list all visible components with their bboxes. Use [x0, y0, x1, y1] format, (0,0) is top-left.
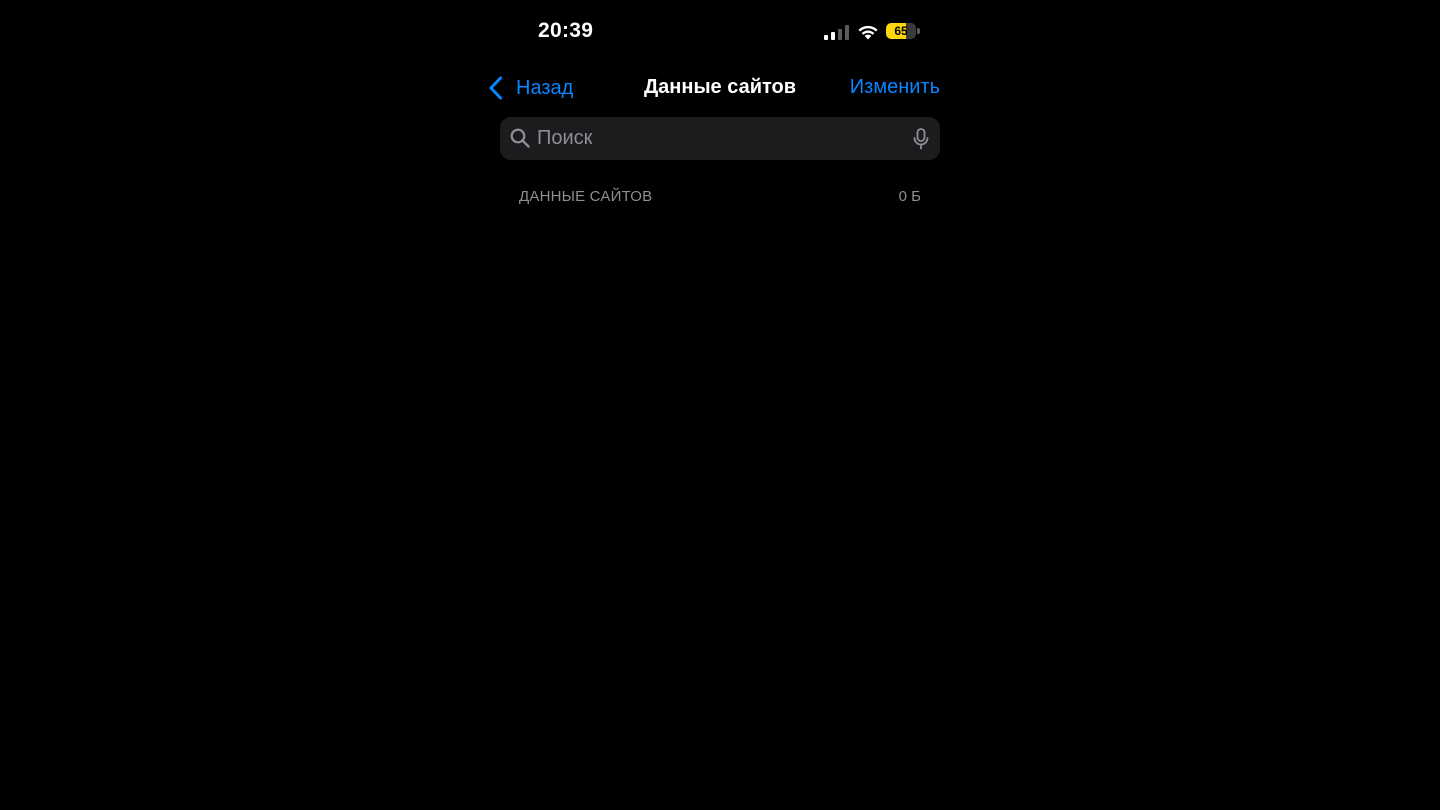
back-button[interactable]: Назад [488, 74, 573, 102]
cellular-signal-icon [824, 25, 849, 40]
navigation-bar: Назад Данные сайтов Изменить [480, 66, 960, 110]
battery-percent: 65 [894, 24, 908, 38]
wifi-icon [858, 25, 878, 40]
status-time: 20:39 [538, 19, 594, 42]
edit-button[interactable]: Изменить [850, 76, 940, 99]
back-button-label: Назад [516, 76, 574, 99]
signal-bar [838, 29, 842, 40]
search-input[interactable] [537, 117, 897, 160]
phone-screen: 20:39 65 Назад Данные сайтов Изменить По… [480, 0, 960, 810]
section-title: ДАННЫЕ САЙТОВ [519, 188, 653, 205]
battery-icon: 65 [886, 23, 920, 40]
total-size: 0 Б [898, 188, 921, 205]
section-header: ДАННЫЕ САЙТОВ 0 Б [519, 188, 921, 208]
signal-bar [845, 25, 849, 40]
signal-bar [831, 32, 835, 40]
screen: 20:39 65 Назад Данные сайтов Изменить По… [0, 0, 1440, 810]
battery-cap [917, 28, 920, 34]
chevron-left-icon [489, 76, 502, 100]
signal-bar [824, 35, 828, 40]
status-bar: 20:39 65 [480, 0, 960, 64]
battery-body: 65 [886, 23, 916, 39]
microphone-icon[interactable] [913, 128, 929, 150]
search-icon [510, 128, 530, 148]
search-bar[interactable] [500, 117, 940, 160]
